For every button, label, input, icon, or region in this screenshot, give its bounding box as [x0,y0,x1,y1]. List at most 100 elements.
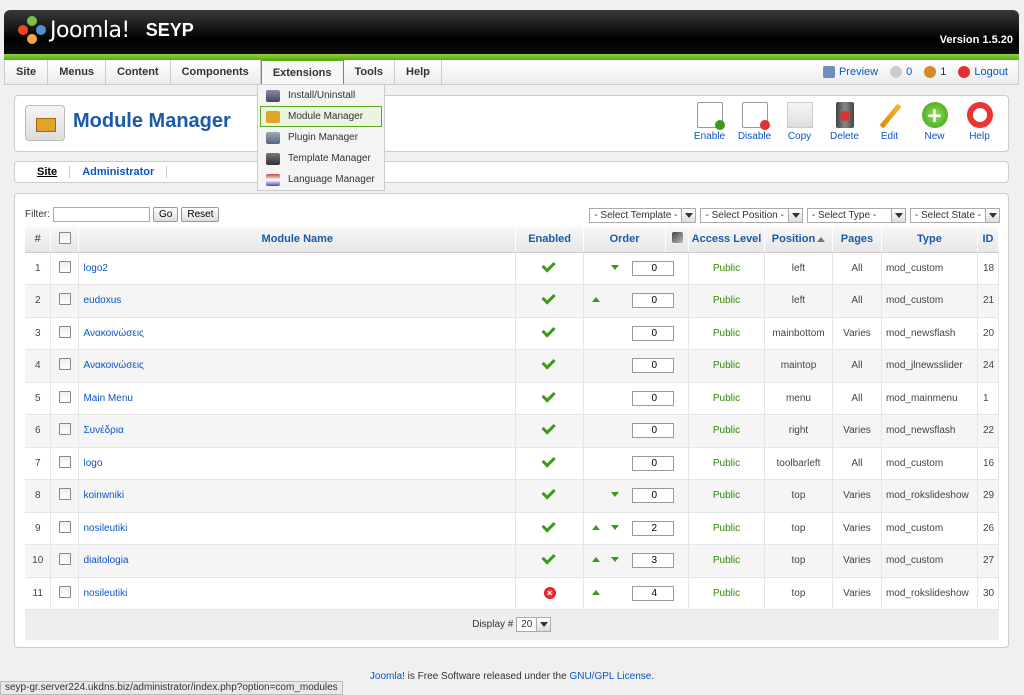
select-type[interactable]: - Select Type - [806,208,906,223]
menu-content[interactable]: Content [106,60,171,84]
check-icon[interactable] [541,290,556,305]
dropdown-module-manager[interactable]: Module Manager [260,106,382,127]
col-id[interactable]: ID [977,227,1000,253]
joomla-logo[interactable]: Joomla! SEYP [18,16,194,44]
users-link[interactable]: 1 [924,66,946,78]
menu-help[interactable]: Help [395,60,442,84]
copy-button[interactable]: Copy [777,102,822,142]
row-checkbox[interactable] [58,585,71,598]
order-input[interactable]: 2 [632,520,675,536]
check-icon[interactable] [541,420,556,435]
filter-input[interactable] [53,207,150,222]
row-checkbox[interactable] [58,553,71,566]
preview-link[interactable]: Preview [822,66,878,78]
access-level[interactable]: Public [688,447,765,480]
row-checkbox[interactable] [58,423,71,436]
access-level[interactable]: Public [688,544,765,578]
menu-menus[interactable]: Menus [48,60,107,84]
access-level[interactable]: Public [688,512,765,545]
access-level[interactable]: Public [688,414,765,448]
enable-button[interactable]: Enable [687,102,732,142]
joomla-link[interactable]: Joomla! [370,671,405,682]
module-name-link[interactable]: eudoxus [78,284,517,318]
order-input[interactable]: 3 [632,553,675,568]
select-state[interactable]: - Select State - [909,208,1000,223]
access-level[interactable]: Public [688,284,765,318]
row-checkbox[interactable] [58,325,71,338]
access-level[interactable]: Public [688,479,765,513]
move-down-icon[interactable] [611,557,620,562]
check-icon[interactable] [541,550,556,565]
check-icon[interactable] [541,518,556,533]
row-checkbox[interactable] [58,260,71,273]
disabled-x-icon[interactable]: × [543,587,556,600]
display-select[interactable]: 20 [516,617,552,633]
access-level[interactable]: Public [688,317,765,350]
module-name-link[interactable]: diaitologia [78,544,517,578]
order-input[interactable]: 0 [632,325,675,341]
module-name-link[interactable]: Ανακοινώσεις [78,349,517,383]
module-name-link[interactable]: Main Menu [78,382,517,415]
col-enabled[interactable]: Enabled [515,227,585,253]
col-module-name[interactable]: Module Name [78,227,517,253]
submenu-administrator[interactable]: Administrator [70,166,168,178]
check-icon[interactable] [541,388,556,403]
access-level[interactable]: Public [688,382,765,415]
messages-link[interactable]: 0 [890,66,912,78]
order-input[interactable]: 0 [632,423,675,438]
check-icon[interactable] [541,258,556,273]
select-position[interactable]: - Select Position - [700,208,803,223]
module-name-link[interactable]: Ανακοινώσεις [78,317,517,350]
menu-extensions[interactable]: Extensions [260,60,344,84]
help-button[interactable]: Help [957,102,1002,142]
order-input[interactable]: 0 [632,390,675,406]
menu-site[interactable]: Site [5,60,49,84]
edit-button[interactable]: Edit [867,102,912,142]
col-order[interactable]: Order [583,227,667,253]
row-checkbox[interactable] [58,455,71,468]
module-name-link[interactable]: koinwniki [78,479,517,513]
module-name-link[interactable]: logo2 [78,252,517,285]
dropdown-template-manager[interactable]: Template Manager [260,148,382,169]
module-name-link[interactable]: logo [78,447,517,480]
module-name-link[interactable]: Συνέδρια [78,414,517,448]
move-up-icon[interactable] [592,557,601,562]
order-input[interactable]: 0 [632,455,675,471]
order-input[interactable]: 0 [632,260,675,276]
move-down-icon[interactable] [611,524,620,530]
module-name-link[interactable]: nosileutiki [78,577,517,610]
col-pages[interactable]: Pages [832,227,882,253]
col-access[interactable]: Access Level [688,227,765,253]
move-down-icon[interactable] [611,492,620,497]
access-level[interactable]: Public [688,349,765,383]
check-icon[interactable] [541,323,556,338]
row-checkbox[interactable] [58,293,71,306]
dropdown-plugin-manager[interactable]: Plugin Manager [260,127,382,148]
menu-components[interactable]: Components [171,60,261,84]
disable-button[interactable]: Disable [732,102,777,142]
module-name-link[interactable]: nosileutiki [78,512,517,545]
select-all-checkbox[interactable] [58,231,71,244]
row-checkbox[interactable] [58,520,71,533]
move-down-icon[interactable] [611,264,620,270]
check-icon[interactable] [541,453,556,468]
col-position[interactable]: Position [764,227,833,253]
move-up-icon[interactable] [592,589,601,595]
order-input[interactable]: 0 [632,358,675,373]
submenu-site[interactable]: Site [25,166,71,178]
col-type[interactable]: Type [881,227,978,253]
logout-link[interactable]: Logout [958,66,1008,78]
dropdown-install-uninstall[interactable]: Install/Uninstall [260,85,382,106]
move-up-icon[interactable] [592,297,601,302]
order-input[interactable]: 0 [632,488,675,503]
new-button[interactable]: + New [912,102,957,142]
license-link[interactable]: GNU/GPL License [569,671,651,682]
menu-tools[interactable]: Tools [344,60,396,84]
order-input[interactable]: 4 [632,585,675,601]
reset-button[interactable]: Reset [181,207,220,222]
order-input[interactable]: 0 [632,293,675,308]
save-order-icon[interactable] [671,232,683,244]
row-checkbox[interactable] [58,488,71,501]
check-icon[interactable] [541,485,556,500]
access-level[interactable]: Public [688,577,765,610]
